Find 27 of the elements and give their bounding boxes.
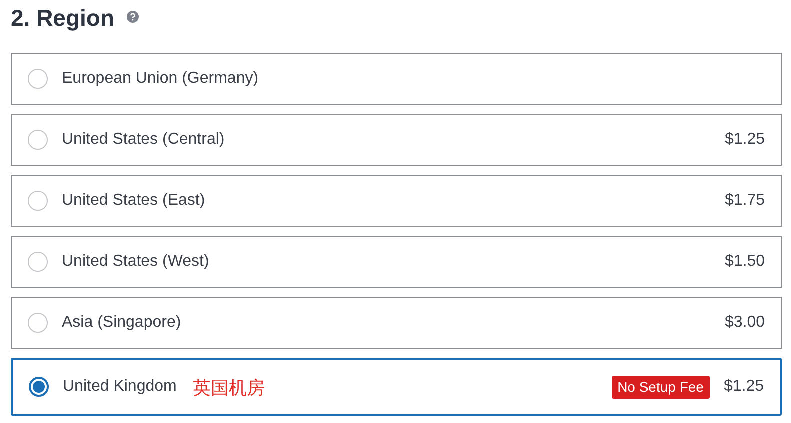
annotation-text: 英国机房: [192, 377, 265, 400]
region-label: United Kingdom: [63, 377, 177, 397]
price-text: $1.50: [724, 252, 765, 272]
region-option[interactable]: United States (East) $1.75: [11, 175, 782, 227]
price-text: $3.00: [724, 313, 765, 333]
region-label: United States (East): [62, 191, 206, 211]
region-label: United States (Central): [62, 130, 225, 150]
region-option[interactable]: United States (Central) $1.25: [11, 114, 782, 166]
radio-button[interactable]: [28, 313, 48, 333]
radio-button[interactable]: [28, 130, 48, 150]
region-option[interactable]: United States (West) $1.50: [11, 236, 782, 288]
section-title: 2. Region: [11, 4, 115, 33]
help-icon[interactable]: [126, 10, 139, 22]
region-label: Asia (Singapore): [62, 313, 182, 333]
radio-button[interactable]: [29, 377, 49, 397]
radio-button[interactable]: [28, 191, 48, 211]
region-option[interactable]: European Union (Germany): [11, 53, 782, 105]
price-text: $1.25: [724, 377, 764, 397]
price-text: $1.75: [724, 191, 765, 211]
region-label: European Union (Germany): [62, 69, 259, 89]
price-text: $1.25: [724, 130, 765, 150]
radio-button[interactable]: [28, 252, 48, 272]
radio-button[interactable]: [28, 69, 48, 89]
region-option[interactable]: United Kingdom 英国机房 No Setup Fee $1.25: [11, 358, 782, 416]
region-label: United States (West): [62, 252, 210, 272]
promo-badge: No Setup Fee: [612, 376, 710, 398]
region-option[interactable]: Asia (Singapore) $3.00: [11, 297, 782, 349]
